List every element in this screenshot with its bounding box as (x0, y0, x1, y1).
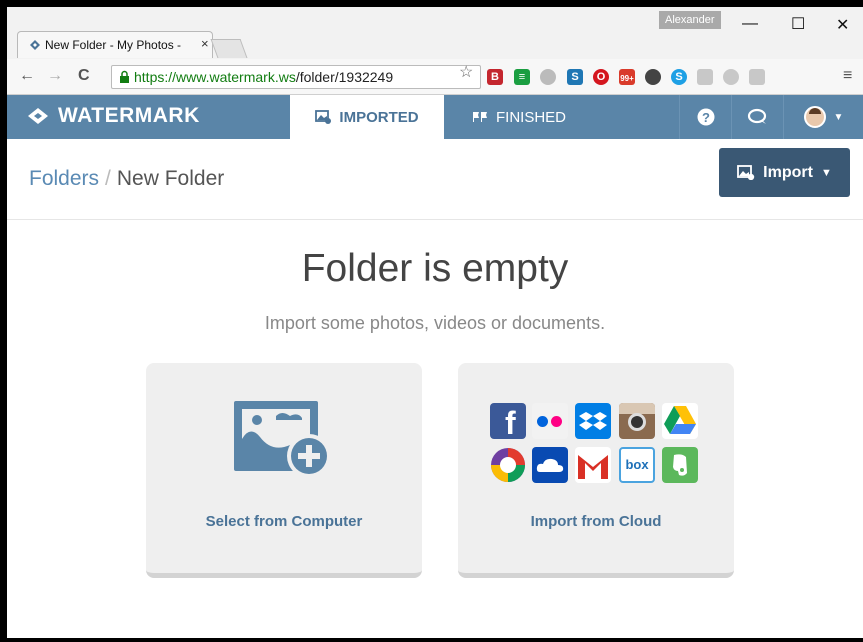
browser-titlebar: New Folder - My Photos - × Alexander — ☐… (7, 7, 863, 59)
page-header: Folders / New Folder Import ▼ (7, 139, 863, 220)
extension-drive-icon[interactable] (697, 69, 713, 85)
tab-finished-label: FINISHED (496, 108, 567, 126)
tab-title: New Folder - My Photos - (45, 38, 181, 52)
select-from-computer-label: Select from Computer (205, 513, 363, 530)
tab-imported-label: IMPORTED (339, 108, 419, 126)
onedrive-icon (532, 447, 568, 483)
empty-state-title: Folder is empty (301, 247, 569, 290)
google-drive-icon (662, 403, 698, 439)
back-arrow-icon[interactable]: ← (19, 67, 35, 85)
flickr-icon (532, 403, 568, 439)
tab-close-icon[interactable]: × (201, 36, 209, 51)
url-text: https://www.watermark.ws/folder/1932249 (134, 69, 393, 85)
extension-skype-icon[interactable]: S (671, 69, 687, 85)
extension-b-icon[interactable]: B (487, 69, 503, 85)
caret-down-icon: ▼ (833, 111, 844, 123)
logo-text: WATERMARK (58, 104, 200, 127)
import-button[interactable]: Import ▼ (719, 148, 850, 197)
browser-window: New Folder - My Photos - × Alexander — ☐… (7, 7, 863, 638)
chat-icon (747, 108, 766, 124)
watermark-logo[interactable]: WATERMARK (27, 104, 200, 128)
picasa-icon (490, 447, 526, 483)
extension-opera-icon[interactable]: O (593, 69, 609, 85)
extension-gray-icon[interactable] (723, 69, 739, 85)
evernote-icon (662, 447, 698, 483)
question-icon: ? (697, 108, 714, 126)
empty-state-subtitle: Import some photos, videos or documents. (264, 313, 606, 333)
extension-notifications-icon[interactable]: 99+ (619, 69, 635, 85)
dropbox-icon (575, 403, 611, 439)
gmail-icon (575, 447, 611, 483)
url-host: https://www.watermark.ws (134, 69, 296, 85)
reload-icon[interactable]: C (78, 67, 90, 85)
box-icon: box (619, 447, 655, 483)
select-from-computer-card[interactable]: Select from Computer (146, 363, 422, 578)
instagram-icon (619, 403, 655, 439)
caret-down-icon: ▼ (820, 166, 832, 179)
add-image-icon (234, 401, 331, 478)
images-icon (737, 165, 755, 180)
user-menu[interactable]: ▼ (783, 95, 863, 139)
chat-button[interactable] (731, 95, 783, 139)
close-window-button[interactable]: ✕ (836, 15, 849, 35)
extension-s-icon[interactable]: S (567, 69, 583, 85)
breadcrumb-separator: / (105, 167, 111, 190)
breadcrumb: Folders / New Folder (29, 167, 224, 191)
facebook-icon: f (490, 403, 526, 439)
forward-arrow-icon[interactable]: → (47, 67, 63, 85)
extension-evernote-clip-icon[interactable]: ≡ (514, 69, 530, 85)
tab-finished[interactable]: FINISHED (444, 95, 670, 139)
profile-badge[interactable]: Alexander (659, 11, 721, 29)
extension-camera-icon[interactable] (645, 69, 661, 85)
app-navbar: WATERMARK IMPORTED FINISHED ? ▼ (7, 95, 863, 139)
flags-icon (473, 112, 487, 122)
import-button-label: Import (763, 163, 813, 181)
tab-imported[interactable]: IMPORTED (290, 95, 444, 139)
maximize-button[interactable]: ☐ (791, 14, 805, 34)
minimize-button[interactable]: — (742, 15, 758, 33)
import-from-cloud-card[interactable]: f box Import from Cloud (458, 363, 734, 578)
breadcrumb-folders-link[interactable]: Folders (29, 167, 99, 190)
avatar (803, 106, 826, 128)
new-tab-button[interactable] (210, 39, 248, 58)
watermark-logo-icon (28, 108, 48, 124)
lock-icon (120, 70, 129, 83)
address-bar[interactable]: https://www.watermark.ws/folder/1932249 (111, 65, 481, 89)
browser-toolbar: ← → C https://www.watermark.ws/folder/19… (7, 59, 863, 95)
extension-chrome-icon[interactable] (540, 69, 556, 85)
extension-settings-icon[interactable] (749, 69, 765, 85)
watermark-favicon-icon (30, 40, 40, 50)
help-button[interactable]: ? (679, 95, 731, 139)
url-path: /folder/1932249 (295, 69, 394, 85)
breadcrumb-current: New Folder (116, 167, 225, 190)
browser-menu-icon[interactable]: ≡ (843, 67, 852, 85)
bookmark-star-icon[interactable]: ☆ (459, 62, 473, 82)
browser-tab[interactable]: New Folder - My Photos - × (17, 31, 213, 58)
import-from-cloud-label: Import from Cloud (530, 513, 662, 530)
images-icon (315, 110, 332, 124)
svg-text:?: ? (702, 110, 710, 125)
